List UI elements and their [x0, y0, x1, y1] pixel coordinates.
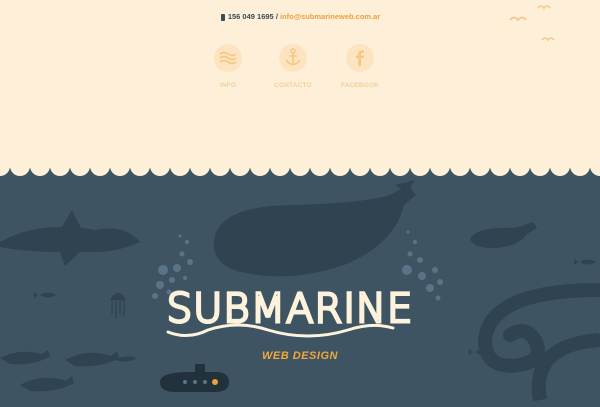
waves-icon: [214, 44, 242, 72]
nav-label-contacto: CONTACTO: [274, 82, 312, 89]
hero-subtitle: WEB DESIGN: [262, 350, 338, 362]
phone-number: 156 049 1695: [227, 12, 274, 21]
main-nav: INFO CONTACTO FACEBOOK: [208, 44, 380, 96]
email-link[interactable]: info@submarineweb.com.ar: [280, 12, 380, 21]
facebook-icon: [346, 44, 374, 72]
nav-item-contacto[interactable]: CONTACTO: [273, 44, 313, 96]
contact-separator: /: [275, 12, 278, 21]
nav-label-facebook: FACEBOOK: [340, 82, 380, 89]
wave-edge-decoration: [0, 150, 600, 176]
hero-title: SUBMARINE: [160, 280, 420, 340]
nav-item-facebook[interactable]: FACEBOOK: [340, 44, 380, 96]
nav-item-info[interactable]: INFO: [208, 44, 248, 96]
seagulls-illustration: [509, 5, 555, 42]
nav-label-info: INFO: [219, 82, 237, 89]
contact-bar: 156 049 1695 / info@submarineweb.com.ar: [0, 12, 600, 21]
anchor-icon: [279, 44, 307, 72]
phone-icon: [220, 13, 226, 21]
